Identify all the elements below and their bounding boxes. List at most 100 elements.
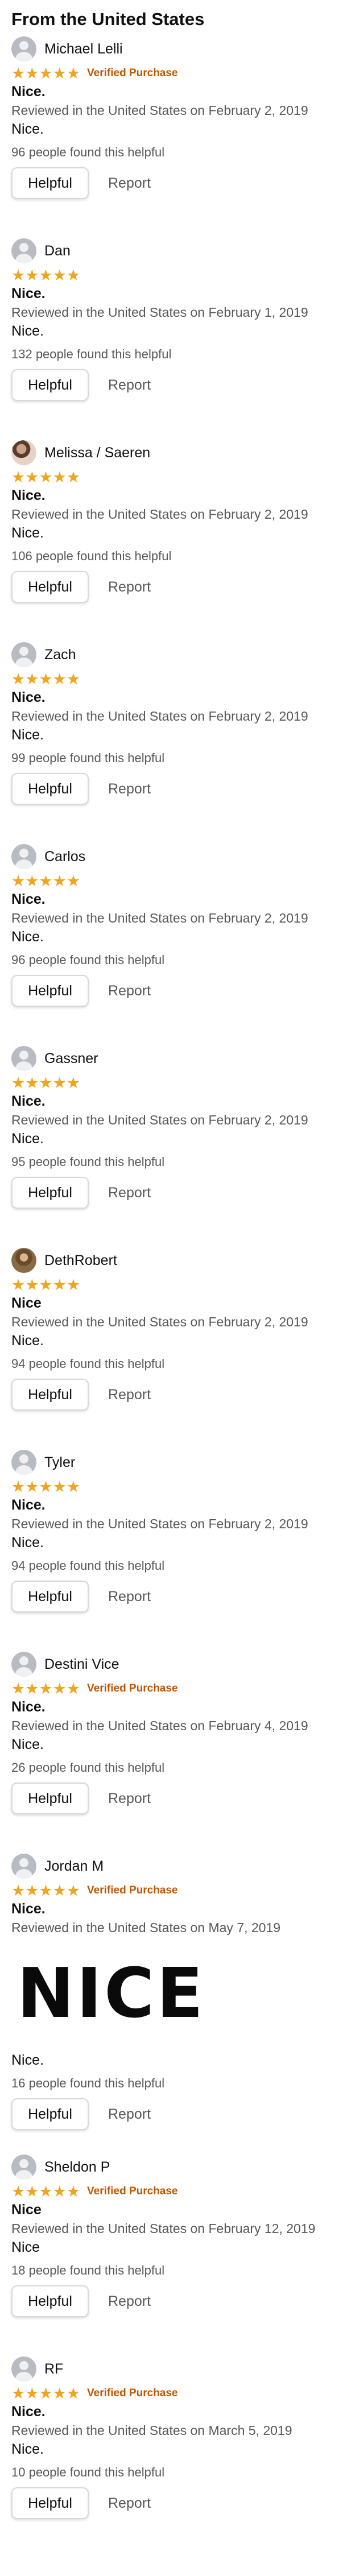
report-link[interactable]: Report xyxy=(108,1791,151,1807)
reviewer-profile[interactable]: Tyler xyxy=(11,1446,336,1478)
review-image-text: NICE xyxy=(17,1954,206,2033)
helpful-button[interactable]: Helpful xyxy=(11,1379,89,1411)
helpful-button[interactable]: Helpful xyxy=(11,2285,89,2317)
helpful-button[interactable]: Helpful xyxy=(11,773,89,805)
avatar xyxy=(11,2155,36,2180)
report-link[interactable]: Report xyxy=(108,2293,151,2310)
review-title[interactable]: Nice xyxy=(11,1293,336,1313)
avatar xyxy=(11,1652,36,1677)
reviewer-profile[interactable]: Dan xyxy=(11,235,336,267)
review-body: Nice. xyxy=(11,727,44,743)
report-link[interactable]: Report xyxy=(108,983,151,999)
review-date: Reviewed in the United States on Februar… xyxy=(11,911,308,925)
avatar-photo xyxy=(11,440,36,465)
helpful-button[interactable]: Helpful xyxy=(11,167,89,199)
review-date: Reviewed in the United States on Februar… xyxy=(11,1718,308,1733)
five-star-rating-icon[interactable]: ★★★★★ xyxy=(11,1074,80,1091)
review-title[interactable]: Nice. xyxy=(11,688,336,707)
review-body: Nice. xyxy=(11,1535,44,1550)
review-body: Nice. xyxy=(11,121,44,137)
reviewer-profile[interactable]: Zach xyxy=(11,639,336,671)
helpful-button[interactable]: Helpful xyxy=(11,369,89,401)
review-date: Reviewed in the United States on May 7, … xyxy=(11,1920,281,1935)
report-link[interactable]: Report xyxy=(108,1185,151,1201)
helpful-button[interactable]: Helpful xyxy=(11,571,89,603)
reviewer-profile[interactable]: DethRobert xyxy=(11,1244,336,1276)
reviewer-profile[interactable]: Gassner xyxy=(11,1043,336,1074)
helpful-button[interactable]: Helpful xyxy=(11,1177,89,1209)
helpful-button[interactable]: Helpful xyxy=(11,1783,89,1814)
helpful-count: 95 people found this helpful xyxy=(11,1155,165,1169)
reviewer-profile[interactable]: Michael Lelli xyxy=(11,33,336,65)
five-star-rating-icon[interactable]: ★★★★★ xyxy=(11,671,80,688)
report-link[interactable]: Report xyxy=(108,377,151,394)
review-title[interactable]: Nice. xyxy=(11,890,336,909)
five-star-rating-icon[interactable]: ★★★★★ xyxy=(11,65,80,82)
review-title[interactable]: Nice. xyxy=(11,1495,336,1515)
verified-purchase-badge: Verified Purchase xyxy=(87,2387,178,2399)
review-body: Nice xyxy=(11,2239,40,2255)
avatar xyxy=(11,36,36,61)
report-link[interactable]: Report xyxy=(108,781,151,797)
helpful-button[interactable]: Helpful xyxy=(11,2487,89,2519)
review-body: Nice. xyxy=(11,525,44,541)
review-title[interactable]: Nice. xyxy=(11,284,336,303)
verified-purchase-badge: Verified Purchase xyxy=(87,67,178,79)
verified-purchase-badge: Verified Purchase xyxy=(87,2185,178,2197)
review-date: Reviewed in the United States on Februar… xyxy=(11,709,308,723)
helpful-button[interactable]: Helpful xyxy=(11,2098,89,2130)
five-star-rating-icon[interactable]: ★★★★★ xyxy=(11,1882,80,1899)
five-star-rating-icon[interactable]: ★★★★★ xyxy=(11,873,80,890)
helpful-button[interactable]: Helpful xyxy=(11,975,89,1007)
review-card: Sheldon P ★★★★★ Verified Purchase Nice R… xyxy=(11,2151,336,2353)
review-title[interactable]: Nice. xyxy=(11,82,336,101)
helpful-button[interactable]: Helpful xyxy=(11,1581,89,1612)
reviewer-profile[interactable]: Jordan M xyxy=(11,1850,336,1882)
review-date: Reviewed in the United States on Februar… xyxy=(11,507,308,522)
reviewer-profile[interactable]: Melissa / Saeren xyxy=(11,437,336,469)
five-star-rating-icon[interactable]: ★★★★★ xyxy=(11,1680,80,1697)
avatar xyxy=(11,1450,36,1475)
avatar-photo xyxy=(11,1248,36,1273)
reviewer-profile[interactable]: Carlos xyxy=(11,841,336,873)
reviewer-profile[interactable]: Sheldon P xyxy=(11,2151,336,2183)
report-link[interactable]: Report xyxy=(108,175,151,192)
review-list: Michael Lelli ★★★★★ Verified Purchase Ni… xyxy=(11,33,336,2555)
helpful-count: 96 people found this helpful xyxy=(11,145,165,159)
reviewer-name: Gassner xyxy=(44,1050,98,1066)
five-star-rating-icon[interactable]: ★★★★★ xyxy=(11,267,80,284)
helpful-count: 94 people found this helpful xyxy=(11,1357,165,1371)
five-star-rating-icon[interactable]: ★★★★★ xyxy=(11,1478,80,1495)
five-star-rating-icon[interactable]: ★★★★★ xyxy=(11,2183,80,2200)
reviews-page: From the United States Michael Lelli ★★★… xyxy=(0,0,347,2555)
verified-purchase-badge: Verified Purchase xyxy=(87,1682,178,1694)
report-link[interactable]: Report xyxy=(108,2495,151,2512)
report-link[interactable]: Report xyxy=(108,579,151,596)
reviewer-profile[interactable]: RF xyxy=(11,2353,336,2385)
review-title[interactable]: Nice. xyxy=(11,1697,336,1717)
reviewer-profile[interactable]: Destini Vice xyxy=(11,1648,336,1680)
review-title[interactable]: Nice. xyxy=(11,486,336,505)
review-title[interactable]: Nice xyxy=(11,2200,336,2219)
reviewer-name: Carlos xyxy=(44,848,86,865)
review-card: Gassner ★★★★★ Nice. Reviewed in the Unit… xyxy=(11,1043,336,1244)
review-title[interactable]: Nice. xyxy=(11,1899,336,1918)
five-star-rating-icon[interactable]: ★★★★★ xyxy=(11,469,80,486)
avatar xyxy=(11,844,36,869)
review-title[interactable]: Nice. xyxy=(11,1091,336,1111)
five-star-rating-icon[interactable]: ★★★★★ xyxy=(11,2385,80,2402)
review-date: Reviewed in the United States on March 5… xyxy=(11,2423,292,2438)
review-date: Reviewed in the United States on Februar… xyxy=(11,2221,316,2236)
review-body: Nice. xyxy=(11,2052,44,2068)
avatar xyxy=(11,238,36,263)
review-image[interactable]: NICE xyxy=(11,1937,336,2050)
review-card: Zach ★★★★★ Nice. Reviewed in the United … xyxy=(11,639,336,841)
five-star-rating-icon[interactable]: ★★★★★ xyxy=(11,1276,80,1293)
review-title[interactable]: Nice. xyxy=(11,2402,336,2421)
reviewer-name: Michael Lelli xyxy=(44,40,123,57)
review-body: Nice. xyxy=(11,2441,44,2457)
report-link[interactable]: Report xyxy=(108,1387,151,1403)
report-link[interactable]: Report xyxy=(108,1589,151,1605)
report-link[interactable]: Report xyxy=(108,2106,151,2123)
reviewer-name: DethRobert xyxy=(44,1252,117,1268)
